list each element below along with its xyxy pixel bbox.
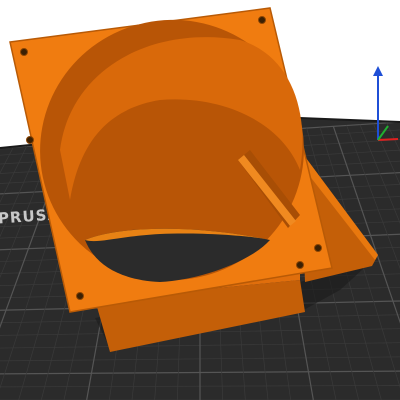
mount-hole: [296, 261, 304, 269]
mount-hole: [20, 48, 28, 56]
mount-hole: [258, 16, 266, 24]
mount-hole: [314, 244, 322, 252]
mount-hole: [76, 292, 84, 300]
mount-hole: [26, 136, 34, 144]
viewport-canvas[interactable]: PRUSA: [0, 0, 400, 400]
3d-viewport[interactable]: PRUSA: [0, 0, 400, 400]
